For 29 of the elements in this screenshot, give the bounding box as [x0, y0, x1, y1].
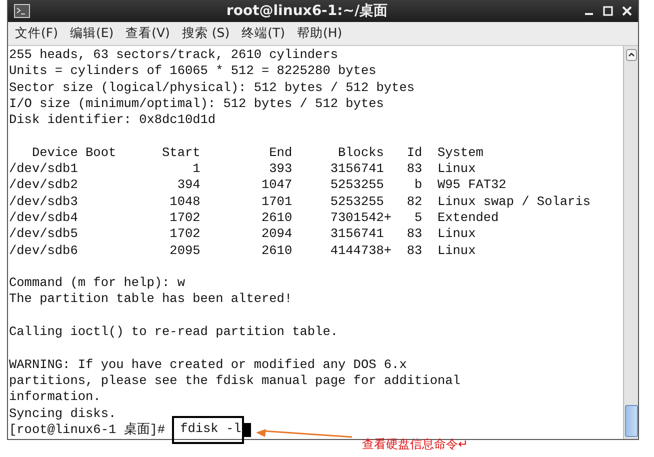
terminal-line: Units = cylinders of 16065 * 512 = 8225280 bytes: [9, 63, 378, 80]
terminal-line: /dev/sdb6 2095 2610 4144738+ 83 Linux: [9, 242, 477, 259]
command-text: fdisk -l: [172, 416, 244, 444]
terminal-line: 255 heads, 63 sectors/track, 2610 cylinders: [9, 47, 340, 64]
terminal-line: WARNING: If you have created or modified any DOS 6.x: [9, 356, 408, 373]
terminal-line: information.: [9, 389, 102, 406]
terminal-line: Device Boot Start End Blocks Id System: [30, 144, 484, 162]
terminal-line: Disk identifier: 0x8dc10d1d: [9, 112, 217, 128]
menu-item[interactable]: 查看(V): [126, 25, 170, 42]
window-title: root@linux6-1:~/桌面: [225, 2, 389, 20]
terminal-line: /dev/sdb5 1702 2094 3156741 83 Linux: [9, 226, 477, 243]
terminal-line: /dev/sdb2 394 1047 5253255 b W95 FAT32: [9, 177, 508, 194]
terminal-line: The partition table has been altered!: [9, 291, 294, 308]
menu-item[interactable]: 帮助(H): [296, 25, 342, 42]
terminal-line: partitions, please see the fdisk manual page for additional: [9, 372, 462, 390]
terminal-line: Sector size (logical/physical): 512 bytes / 512 bytes: [9, 80, 416, 96]
terminal-line: Command (m for help): w: [9, 275, 186, 292]
menu-item[interactable]: 编辑(E): [70, 25, 114, 42]
annotation-text: 查看硬盘信息命令↵: [362, 436, 468, 453]
terminal-line: /dev/sdb4 1702 2610 7301542+ 5 Extended: [9, 210, 500, 226]
terminal-line: Calling ioctl() to re-read partition table.: [9, 324, 340, 340]
terminal-line: /dev/sdb1 1 393 3156741 83 Linux: [9, 161, 477, 178]
shell-prompt: [root@linux6-1 桌面]#: [9, 422, 166, 438]
menu-item[interactable]: 搜索 (S): [182, 25, 230, 42]
terminal-line: /dev/sdb3 1048 1701 5253255 82 Linux swap / Solaris: [9, 194, 592, 210]
menu-item[interactable]: 文件(F): [15, 25, 58, 42]
menu-item[interactable]: 终端(T): [242, 25, 285, 42]
terminal-line: Syncing disks.: [9, 406, 118, 422]
terminal-line: I/O size (minimum/optimal): 512 bytes / 512 bytes: [9, 96, 385, 112]
